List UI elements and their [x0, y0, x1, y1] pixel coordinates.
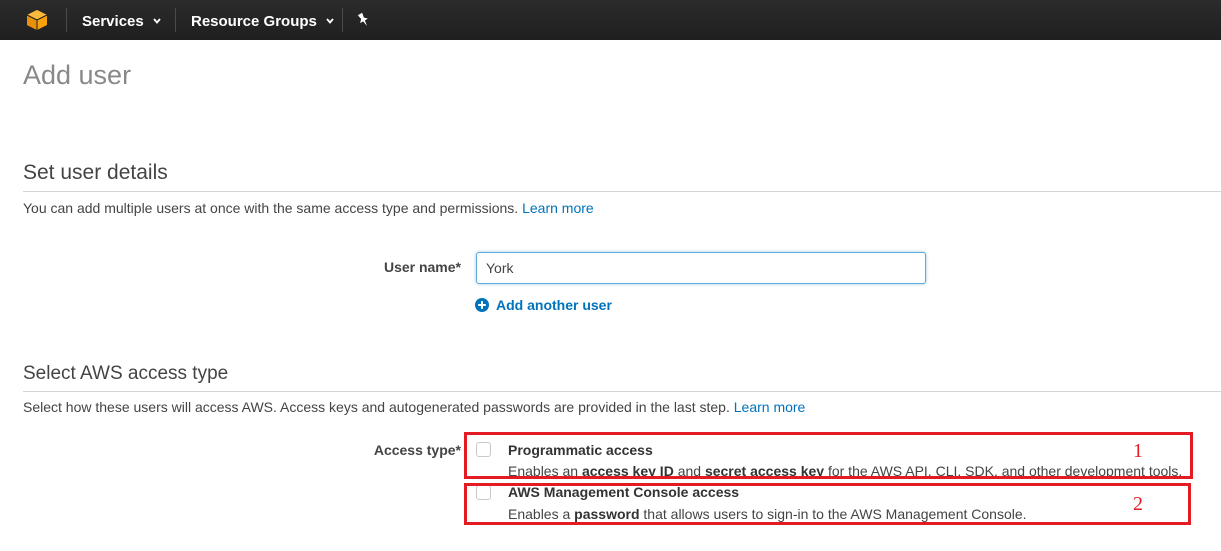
section-description-user-details: You can add multiple users at once with … [23, 200, 594, 216]
services-label: Services [82, 12, 144, 30]
nav-divider [342, 8, 343, 32]
section-divider [23, 191, 1221, 192]
resource-groups-label: Resource Groups [191, 12, 317, 30]
annotation-box-1 [464, 432, 1193, 479]
chevron-down-icon [153, 18, 161, 24]
aws-cube-icon[interactable] [26, 9, 48, 31]
nav-divider [66, 8, 67, 32]
add-another-user-label: Add another user [496, 297, 612, 313]
annotation-number-1: 1 [1133, 440, 1143, 462]
user-name-label: User name* [383, 259, 461, 275]
learn-more-link[interactable]: Learn more [734, 399, 806, 415]
add-another-user-button[interactable]: Add another user [475, 297, 612, 313]
section-title-user-details: Set user details [23, 161, 168, 184]
top-navigation-bar: Services Resource Groups [0, 0, 1221, 40]
description-text: You can add multiple users at once with … [23, 200, 519, 216]
section-title-access-type: Select AWS access type [23, 363, 229, 384]
section-description-access-type: Select how these users will access AWS. … [23, 399, 805, 415]
annotation-box-2 [464, 483, 1191, 525]
plus-circle-icon [475, 298, 489, 312]
annotation-number-2: 2 [1133, 493, 1143, 515]
description-text: Select how these users will access AWS. … [23, 399, 730, 415]
nav-divider [175, 8, 176, 32]
section-divider [23, 391, 1221, 392]
access-type-label: Access type* [373, 442, 461, 458]
user-name-input[interactable] [476, 252, 926, 284]
page-title: Add user [23, 60, 132, 90]
services-menu[interactable]: Services [82, 11, 162, 31]
pin-icon[interactable] [356, 12, 371, 28]
resource-groups-menu[interactable]: Resource Groups [191, 11, 335, 31]
chevron-down-icon [326, 18, 334, 24]
learn-more-link[interactable]: Learn more [522, 200, 594, 216]
